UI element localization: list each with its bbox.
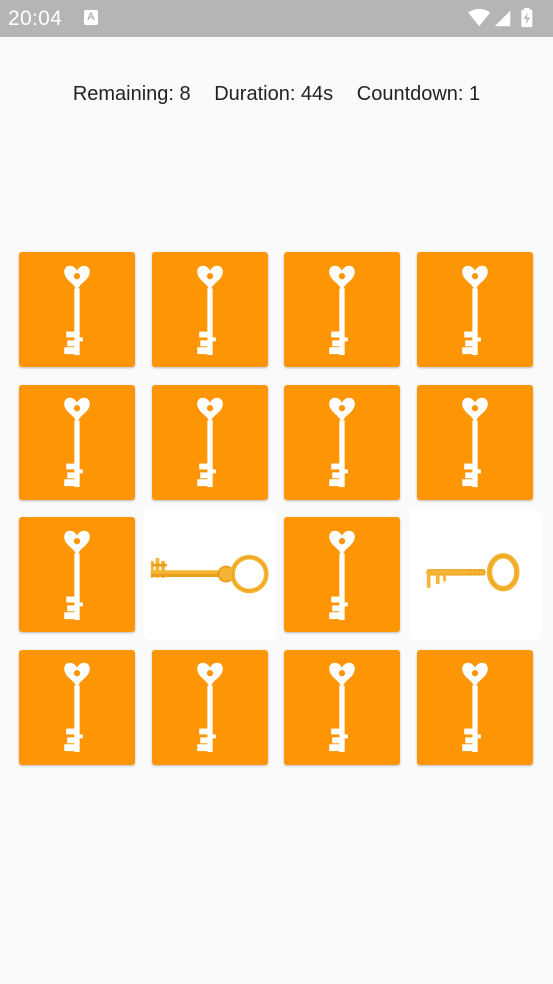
white-key-icon [455, 658, 495, 756]
battery-charging-icon [521, 7, 533, 28]
status-bar: 20:04 A [0, 0, 553, 37]
white-key-icon [190, 261, 230, 359]
white-key-icon [322, 261, 362, 359]
wifi-icon [468, 8, 491, 27]
white-key-icon [190, 658, 230, 756]
card-hidden[interactable] [19, 252, 135, 367]
card-hidden[interactable] [284, 517, 400, 632]
remaining-counter: Remaining: 8 [72, 83, 191, 105]
status-time: 20:04 [8, 7, 63, 30]
card-hidden[interactable] [416, 649, 533, 765]
stats-line: Remaining: 8 Duration: 44s Countdown: 1 [0, 83, 553, 106]
card-hidden[interactable] [19, 649, 135, 765]
gold-simple-key-icon [425, 552, 525, 598]
white-key-icon [57, 393, 97, 491]
card-hidden[interactable] [19, 517, 135, 632]
white-key-icon [190, 393, 230, 491]
card-hidden[interactable] [416, 384, 533, 500]
card-hidden[interactable] [284, 252, 400, 367]
card-hidden[interactable] [416, 252, 533, 367]
gold-ornate-key-icon [149, 551, 271, 599]
status-icons [468, 7, 533, 28]
white-key-icon [322, 526, 362, 624]
white-key-icon [322, 393, 362, 491]
signal-icon [494, 10, 511, 27]
white-key-icon [57, 658, 97, 756]
card-revealed[interactable] [143, 509, 276, 640]
card-hidden[interactable] [19, 384, 135, 500]
white-key-icon [57, 526, 97, 624]
card-hidden[interactable] [151, 252, 268, 367]
card-revealed[interactable] [408, 509, 541, 640]
white-key-icon [322, 658, 362, 756]
countdown-timer: Countdown: 1 [356, 83, 481, 105]
card-hidden[interactable] [284, 384, 400, 500]
white-key-icon [455, 393, 495, 491]
white-key-icon [57, 261, 97, 359]
card-hidden[interactable] [151, 384, 268, 500]
card-board [19, 252, 541, 772]
card-hidden[interactable] [284, 649, 400, 765]
card-hidden[interactable] [151, 649, 268, 765]
duration-timer: Duration: 44s [214, 83, 334, 105]
white-key-icon [455, 261, 495, 359]
a-icon: A [84, 10, 98, 25]
